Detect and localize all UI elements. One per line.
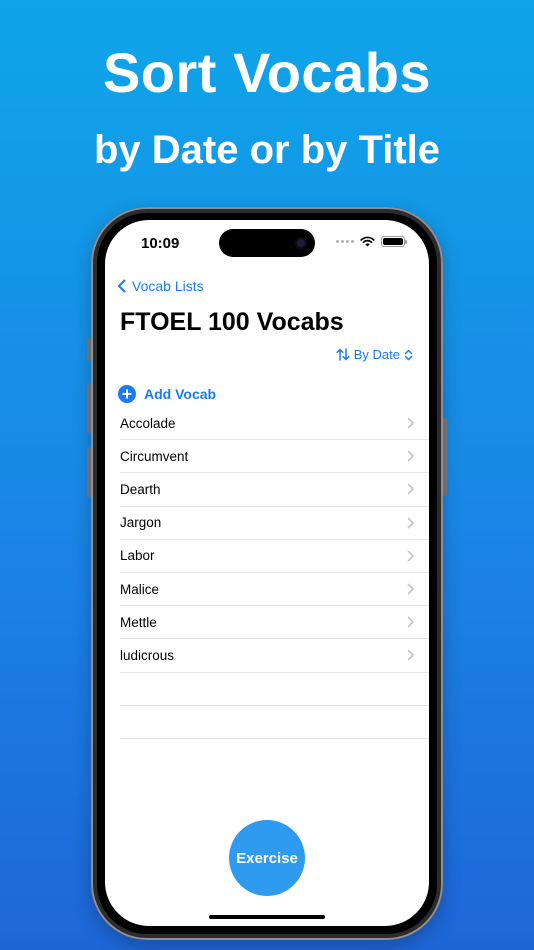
vocab-word: Mettle bbox=[120, 614, 157, 630]
vocab-row[interactable]: Circumvent bbox=[120, 440, 429, 474]
vocab-row[interactable]: Malice bbox=[120, 573, 429, 607]
vocab-row[interactable]: Mettle bbox=[120, 606, 429, 640]
chevron-right-icon bbox=[407, 550, 414, 562]
vocab-word: Dearth bbox=[120, 481, 161, 497]
empty-row bbox=[120, 673, 429, 706]
page-title: FTOEL 100 Vocabs bbox=[120, 308, 344, 336]
battery-icon bbox=[381, 236, 407, 247]
add-vocab-button[interactable]: Add Vocab bbox=[118, 385, 216, 403]
phone-screen: 10:09 Vocab Lists FTOEL 100 Vocabs By Da… bbox=[105, 220, 429, 926]
sort-button[interactable]: By Date bbox=[336, 347, 413, 362]
chevron-right-icon bbox=[407, 616, 414, 628]
dynamic-island bbox=[219, 229, 315, 257]
vocab-row[interactable]: Jargon bbox=[120, 507, 429, 540]
exercise-button[interactable]: Exercise bbox=[229, 820, 305, 896]
home-indicator bbox=[209, 915, 325, 919]
promo-subheadline: by Date or by Title bbox=[93, 128, 440, 172]
chevron-right-icon bbox=[407, 484, 414, 495]
phone-power-button bbox=[443, 418, 447, 496]
phone-frame: 10:09 Vocab Lists FTOEL 100 Vocabs By Da… bbox=[91, 207, 443, 940]
back-button[interactable]: Vocab Lists bbox=[117, 278, 204, 294]
vocab-list: Accolade Circumvent Dearth Jargon Labor … bbox=[120, 407, 429, 739]
promo-headline: Sort Vocabs bbox=[102, 41, 432, 104]
vocab-row[interactable]: Labor bbox=[120, 540, 429, 573]
vocab-row[interactable]: Dearth bbox=[120, 473, 429, 507]
vocab-word: Malice bbox=[120, 581, 160, 597]
chevron-right-icon bbox=[407, 417, 414, 429]
cellular-signal-icon bbox=[336, 240, 354, 243]
vocab-word: Jargon bbox=[120, 515, 162, 531]
chevron-right-icon bbox=[407, 650, 414, 661]
empty-row bbox=[120, 706, 429, 739]
sort-button-label: By Date bbox=[353, 347, 400, 362]
vocab-word: Accolade bbox=[120, 415, 176, 431]
wifi-icon bbox=[360, 236, 375, 247]
chevron-right-icon bbox=[407, 450, 414, 462]
add-vocab-label: Add Vocab bbox=[144, 386, 217, 402]
vocab-row[interactable]: ludicrous bbox=[120, 639, 429, 673]
chevron-right-icon bbox=[407, 517, 414, 528]
back-button-label: Vocab Lists bbox=[132, 278, 204, 294]
front-camera-icon bbox=[295, 237, 307, 249]
chevron-up-down-icon bbox=[404, 349, 413, 360]
chevron-right-icon bbox=[407, 583, 414, 595]
chevron-left-icon bbox=[118, 279, 126, 293]
plus-circle-icon bbox=[118, 385, 136, 403]
vocab-row[interactable]: Accolade bbox=[120, 407, 429, 441]
vocab-word: Labor bbox=[120, 548, 155, 564]
vocab-word: Circumvent bbox=[120, 448, 189, 464]
status-icons bbox=[336, 236, 407, 247]
vocab-word: ludicrous bbox=[120, 647, 175, 663]
sort-arrows-icon bbox=[336, 348, 350, 361]
status-time: 10:09 bbox=[141, 235, 180, 252]
